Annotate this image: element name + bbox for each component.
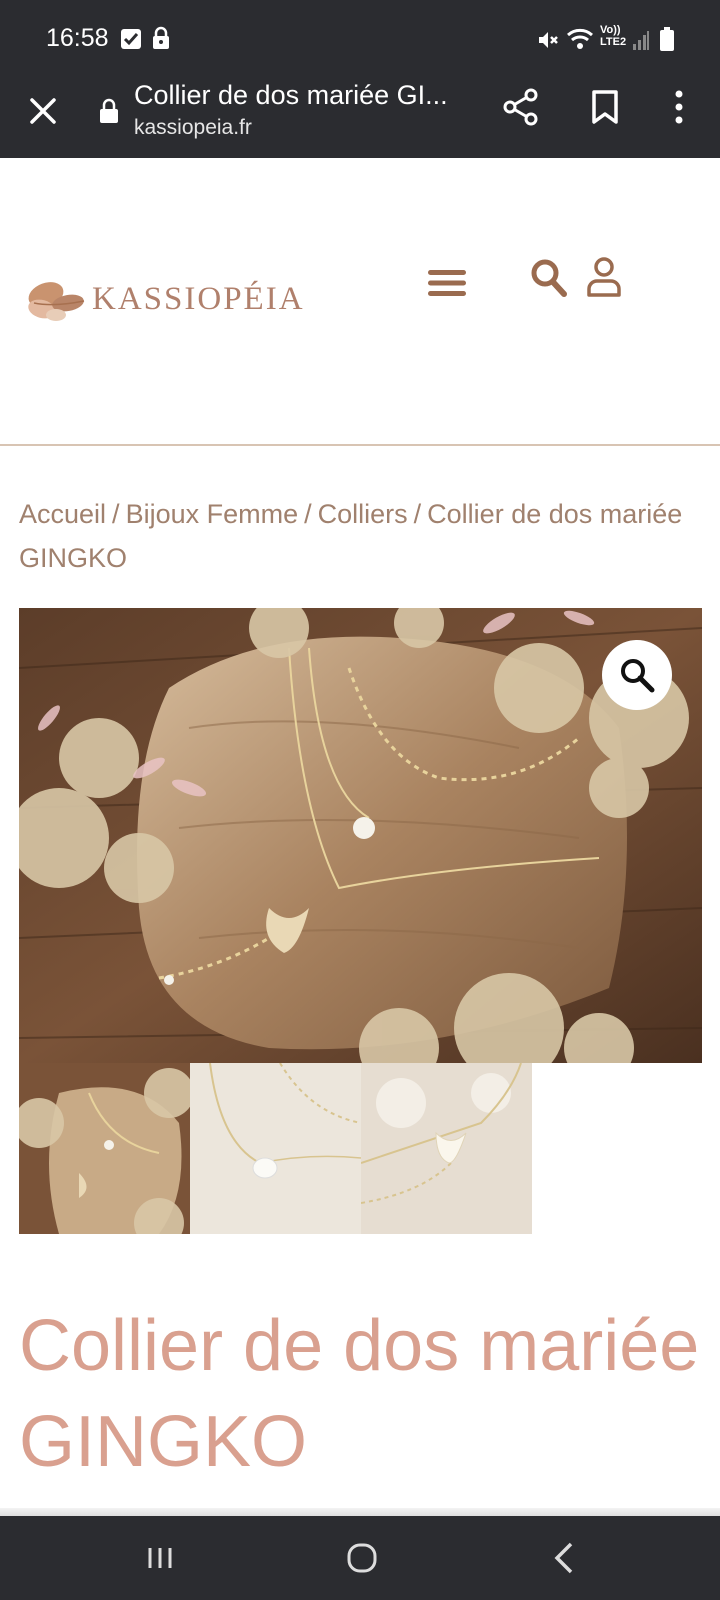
breadcrumb-link-colliers[interactable]: Colliers	[318, 499, 408, 529]
thumbnail-photo	[19, 1063, 190, 1234]
product-thumbnail-3[interactable]	[361, 1063, 532, 1234]
zoom-button[interactable]	[602, 640, 672, 710]
hamburger-menu-icon[interactable]	[426, 266, 468, 300]
divider	[0, 1508, 720, 1516]
logo-text: KASSIOPÉIA	[92, 281, 305, 317]
back-icon[interactable]	[545, 1538, 585, 1578]
page-title: Collier de dos mariée GI...	[134, 80, 448, 110]
recent-apps-icon[interactable]	[140, 1538, 180, 1578]
signal-icon	[633, 31, 649, 50]
breadcrumb-link-accueil[interactable]: Accueil	[19, 499, 106, 529]
more-options-icon[interactable]	[672, 88, 686, 126]
close-icon[interactable]	[26, 94, 60, 128]
share-icon[interactable]	[502, 88, 540, 126]
home-icon[interactable]	[342, 1538, 382, 1578]
breadcrumb-link-bijoux-femme[interactable]: Bijoux Femme	[126, 499, 299, 529]
volte-label: Vo)) LTE2	[600, 24, 627, 48]
breadcrumb-separator: /	[112, 499, 120, 529]
zoom-icon	[621, 659, 655, 693]
breadcrumb-separator: /	[304, 499, 312, 529]
product-thumbnail-2[interactable]	[190, 1063, 361, 1234]
bookmark-icon[interactable]	[588, 88, 622, 126]
product-main-image[interactable]	[19, 608, 702, 1063]
breadcrumb-separator: /	[413, 499, 422, 529]
mute-icon	[539, 32, 558, 48]
thumbnail-photo	[361, 1063, 532, 1234]
status-bar: 16:58 Vo)) LTE2	[0, 0, 720, 80]
search-icon[interactable]	[530, 258, 568, 298]
lock-icon[interactable]	[98, 98, 120, 124]
status-time: 16:58	[46, 24, 109, 52]
account-icon[interactable]	[586, 256, 622, 298]
thumbnail-photo	[190, 1063, 361, 1234]
lock-notification-icon	[153, 26, 169, 49]
page-url: kassiopeia.fr	[134, 116, 252, 139]
system-navigation-bar	[0, 1516, 720, 1600]
product-photo	[19, 608, 702, 1063]
checkbox-notification-icon	[121, 29, 141, 49]
logo-flower-icon	[28, 282, 85, 321]
battery-icon	[660, 27, 674, 51]
product-thumbnail-1[interactable]	[19, 1063, 190, 1234]
site-header: KASSIOPÉIA	[0, 158, 720, 446]
product-title: Collier de dos mariée GINGKO	[19, 1306, 700, 1482]
browser-toolbar: Collier de dos mariée GI... kassiopeia.f…	[0, 80, 720, 158]
breadcrumb: Accueil / Bijoux Femme / Colliers / Collier de…	[19, 492, 709, 580]
wifi-calling-icon	[567, 28, 593, 49]
site-logo[interactable]: KASSIOPÉIA	[24, 273, 303, 333]
